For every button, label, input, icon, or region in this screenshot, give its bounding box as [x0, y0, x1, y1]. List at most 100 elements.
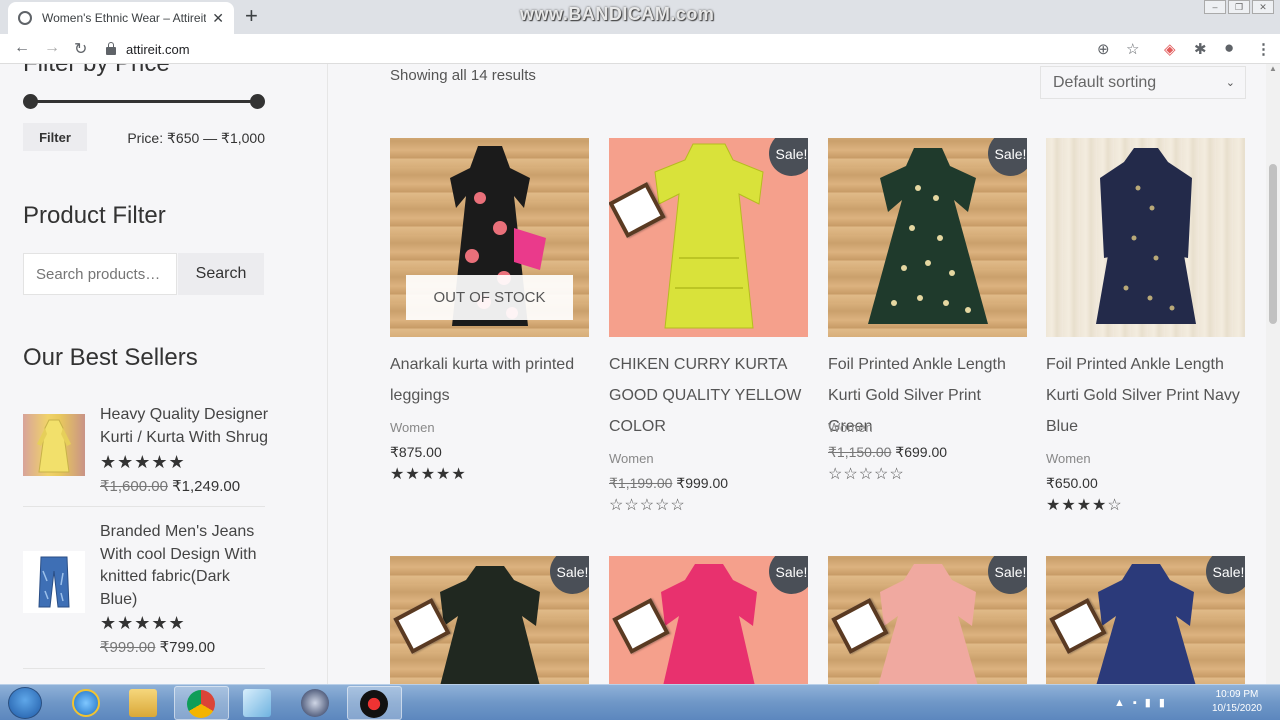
best-seller-item[interactable]: Branded Men's Jeans With cool Design Wit… [23, 521, 265, 656]
best-seller-price: ₹999.00 ₹799.00 [100, 638, 215, 656]
product-card[interactable]: Sale! Foil Printed Ankle Length Kurti Go… [828, 138, 1027, 483]
product-image[interactable]: Sale! [828, 138, 1027, 337]
os-taskbar: ▲▪▮▮ 10:09 PM 10/15/2020 [0, 684, 1280, 720]
taskbar-ie[interactable] [60, 686, 115, 720]
window-app-icon [243, 689, 271, 717]
product-category[interactable]: Women [390, 420, 435, 435]
price-separator: — [203, 130, 218, 146]
sort-selected-value: Default sorting [1053, 73, 1157, 91]
original-price: ₹1,600.00 [100, 478, 168, 495]
product-name[interactable]: CHIKEN CURRY KURTA GOOD QUALITY YELLOW C… [609, 349, 808, 442]
product-card[interactable]: OUT OF STOCK Anarkali kurta with printed… [390, 138, 589, 483]
dress-illustration [1096, 148, 1196, 324]
product-category[interactable]: Women [828, 420, 873, 435]
rating-stars: ☆☆☆☆☆ [828, 466, 905, 483]
back-arrow-icon[interactable]: ← [14, 39, 30, 57]
sort-select[interactable]: Default sorting ⌄ [1040, 66, 1246, 99]
product-image[interactable] [1046, 138, 1245, 337]
best-seller-thumbnail[interactable] [23, 414, 85, 476]
system-tray-icons[interactable]: ▲▪▮▮ [1114, 696, 1173, 709]
price-slider-min-handle[interactable] [23, 94, 38, 109]
window-controls: – ❐ ✕ [1204, 0, 1274, 14]
original-price: ₹1,150.00 [828, 444, 892, 460]
product-card[interactable]: Sale! [828, 556, 1027, 684]
product-category[interactable]: Women [1046, 451, 1091, 466]
vertical-scrollbar[interactable]: ▲ [1266, 64, 1280, 684]
out-of-stock-badge: OUT OF STOCK [406, 275, 573, 320]
clock-time: 10:09 PM [1215, 689, 1259, 700]
zoom-icon[interactable]: ⊕ [1097, 40, 1110, 58]
minimize-button[interactable]: – [1204, 0, 1226, 14]
shop-sidebar: Filter by Price Filter Price: ₹650 — ₹1,… [0, 64, 328, 684]
reload-icon[interactable]: ↻ [74, 39, 87, 59]
globe-icon [18, 11, 32, 25]
product-image[interactable]: Sale! [828, 556, 1027, 684]
price-slider-track[interactable] [30, 100, 258, 103]
best-seller-name[interactable]: Heavy Quality Designer Kurti / Kurta Wit… [100, 404, 270, 449]
product-card[interactable]: Sale! [609, 556, 808, 684]
product-price: ₹650.00 [1046, 475, 1098, 492]
extension-icon[interactable]: ◈ [1164, 40, 1176, 58]
chevron-down-icon: ⌄ [1225, 77, 1235, 89]
product-image[interactable]: Sale! [609, 556, 808, 684]
best-seller-item[interactable]: Heavy Quality Designer Kurti / Kurta Wit… [23, 404, 268, 504]
product-image[interactable]: Sale! [390, 556, 589, 684]
original-price: ₹999.00 [100, 639, 156, 656]
search-products-input[interactable] [23, 253, 177, 295]
price-range-label: Price: ₹650 — ₹1,000 [127, 130, 265, 147]
product-image[interactable]: OUT OF STOCK [390, 138, 589, 337]
profile-avatar-icon[interactable]: ● [1224, 38, 1234, 58]
tab-title: Women's Ethnic Wear – Attireit.C [42, 11, 207, 25]
product-name[interactable]: Anarkali kurta with printed leggings [390, 349, 589, 411]
rating-stars: ☆☆☆☆☆ [609, 497, 686, 514]
best-seller-name[interactable]: Branded Men's Jeans With cool Design Wit… [100, 521, 270, 611]
close-window-button[interactable]: ✕ [1252, 0, 1274, 14]
taskbar-media[interactable] [289, 686, 344, 720]
new-tab-button[interactable]: + [245, 4, 258, 28]
regular-price: ₹875.00 [390, 444, 442, 460]
product-price: ₹1,150.00 ₹699.00 [828, 444, 947, 461]
menu-kebab-icon[interactable]: ⋮ [1256, 40, 1271, 58]
rating-stars: ★★★★★ [100, 452, 186, 472]
sale-price: ₹1,249.00 [172, 478, 241, 495]
best-sellers-title: Our Best Sellers [23, 344, 198, 371]
best-seller-price: ₹1,600.00 ₹1,249.00 [100, 477, 240, 495]
product-card[interactable]: Sale! CHIKEN CURRY KURTA GOOD QUALITY YE… [609, 138, 808, 514]
price-slider-max-handle[interactable] [250, 94, 265, 109]
price-min: ₹650 [167, 130, 200, 146]
product-price: ₹875.00 [390, 444, 442, 461]
taskbar-bandicam[interactable] [347, 686, 402, 720]
forward-arrow-icon[interactable]: → [44, 39, 60, 57]
best-seller-thumbnail[interactable] [23, 551, 85, 613]
product-card[interactable]: Sale! [390, 556, 589, 684]
product-card[interactable]: Sale! [1046, 556, 1245, 684]
folder-icon [129, 689, 157, 717]
taskbar-chrome[interactable] [174, 686, 229, 720]
scroll-up-arrow-icon[interactable]: ▲ [1269, 64, 1277, 73]
filter-button[interactable]: Filter [23, 123, 87, 151]
close-tab-icon[interactable]: ✕ [212, 10, 224, 27]
record-icon [360, 690, 388, 718]
search-button[interactable]: Search [178, 253, 264, 295]
product-image[interactable]: Sale! [609, 138, 808, 337]
address-bar: ← → ↻ attireit.com ⊕ ☆ ◈ ✱ ● ⋮ [0, 34, 1280, 64]
rating-stars: ★★★★☆ [1046, 497, 1123, 514]
product-name[interactable]: Foil Printed Ankle Length Kurti Gold Sil… [1046, 349, 1245, 442]
sale-price: ₹999.00 [676, 475, 729, 491]
extensions-puzzle-icon[interactable]: ✱ [1194, 40, 1207, 58]
clock[interactable]: 10:09 PM 10/15/2020 [1212, 688, 1262, 716]
url-field[interactable]: attireit.com [106, 37, 1146, 61]
taskbar-explorer[interactable] [117, 686, 172, 720]
chrome-icon [187, 690, 215, 718]
taskbar-app[interactable] [231, 686, 286, 720]
maximize-button[interactable]: ❐ [1228, 0, 1250, 14]
scrollbar-thumb[interactable] [1269, 164, 1277, 324]
bookmark-star-icon[interactable]: ☆ [1126, 40, 1139, 58]
product-category[interactable]: Women [609, 451, 654, 466]
product-card[interactable]: Foil Printed Ankle Length Kurti Gold Sil… [1046, 138, 1245, 514]
product-image[interactable]: Sale! [1046, 556, 1245, 684]
start-button[interactable] [8, 687, 42, 719]
price-label: Price: [127, 130, 164, 146]
browser-tab[interactable]: Women's Ethnic Wear – Attireit.C ✕ [8, 2, 234, 34]
filter-by-price-title: Filter by Price [23, 64, 170, 78]
